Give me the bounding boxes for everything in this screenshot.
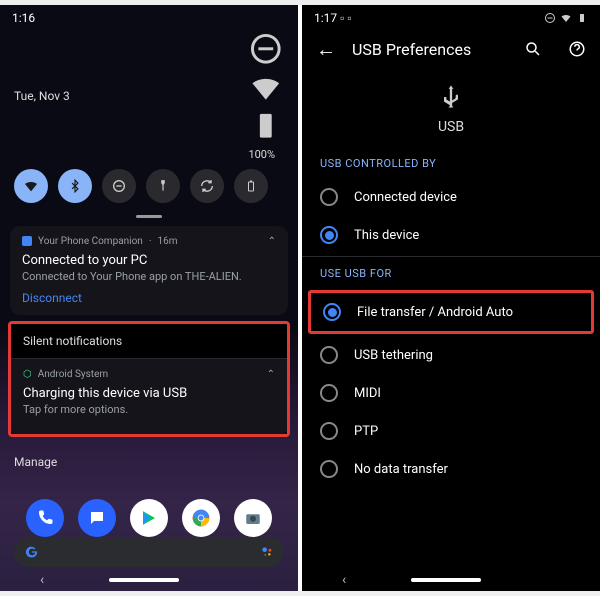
wifi-icon: [248, 70, 284, 106]
notif-body: Connected to Your Phone app on THE-ALIEN…: [22, 270, 276, 283]
option-this-device[interactable]: This device: [302, 216, 600, 254]
radio-icon: [320, 384, 338, 402]
dnd-icon: [111, 178, 127, 194]
section-controlled-by: USB CONTROLLED BY: [302, 149, 600, 178]
usb-label: USB: [302, 119, 600, 135]
option-label: USB tethering: [354, 348, 433, 363]
dock: [0, 499, 298, 537]
option-ptp[interactable]: PTP: [302, 412, 600, 450]
dock-chrome[interactable]: [182, 499, 220, 537]
link-icon: [22, 236, 32, 246]
phone-icon: [36, 509, 54, 527]
back-button[interactable]: ‹: [40, 572, 44, 588]
section-use-usb-for: USE USB FOR: [302, 259, 600, 288]
back-button[interactable]: ‹: [342, 572, 346, 588]
usb-icon: [302, 71, 600, 119]
rotate-icon: [199, 178, 215, 194]
flashlight-icon: [156, 179, 170, 193]
quick-settings: [0, 169, 298, 211]
option-no-data[interactable]: No data transfer: [302, 450, 600, 488]
battery-percent: 100%: [248, 148, 275, 161]
search-icon[interactable]: [524, 40, 542, 58]
silent-label: Silent notifications: [11, 324, 287, 358]
radio-icon: [320, 188, 338, 206]
option-connected-device[interactable]: Connected device: [302, 178, 600, 216]
camera-icon: [244, 509, 262, 527]
option-midi[interactable]: MIDI: [302, 374, 600, 412]
battery-icon: [248, 108, 284, 144]
qs-bluetooth[interactable]: [58, 169, 92, 203]
notif-age: 16m: [157, 236, 177, 247]
date-label: Tue, Nov 3: [14, 89, 70, 103]
option-usb-tethering[interactable]: USB tethering: [302, 336, 600, 374]
qs-status-icons: 100%: [248, 31, 284, 161]
chevron-up-icon[interactable]: ⌃: [267, 369, 275, 380]
highlight-box: Silent notifications ⬡ Android System ⌃ …: [8, 321, 290, 437]
battery-saver-icon: [245, 179, 257, 193]
qs-flashlight[interactable]: [146, 169, 180, 203]
clock: 1:17 ▫ ▫: [314, 11, 352, 25]
nav-bar: ‹: [0, 569, 298, 591]
google-icon: [24, 544, 40, 560]
radio-selected-icon: [323, 303, 341, 321]
notif2-title: Charging this device via USB: [23, 386, 275, 401]
nav-bar: ‹: [302, 569, 600, 591]
google-search-bar[interactable]: [14, 537, 284, 567]
home-pill[interactable]: [411, 578, 481, 582]
option-label: Connected device: [354, 190, 457, 205]
status-bar: 1:17 ▫ ▫: [302, 5, 600, 27]
dock-messages[interactable]: [78, 499, 116, 537]
notif2-body: Tap for more options.: [23, 403, 275, 416]
dnd-icon: [248, 31, 284, 67]
option-label: File transfer / Android Auto: [357, 305, 513, 320]
android-icon: ⬡: [23, 369, 32, 380]
drag-handle[interactable]: [136, 215, 162, 218]
usb-preferences-screen: 1:17 ▫ ▫ ← USB Preferences USB USB CONTR…: [302, 5, 600, 591]
notification-android-system[interactable]: ⬡ Android System ⌃ Charging this device …: [11, 358, 287, 434]
qs-rotate[interactable]: [190, 169, 224, 203]
clock: 1:16: [12, 11, 35, 25]
notif-title: Connected to your PC: [22, 253, 276, 268]
app-bar: ← USB Preferences: [302, 27, 600, 71]
chevron-up-icon[interactable]: ⌃: [268, 236, 276, 247]
option-label: This device: [354, 228, 419, 243]
date-row: Tue, Nov 3 100%: [0, 27, 298, 169]
play-icon: [140, 509, 158, 527]
home-pill[interactable]: [109, 578, 179, 582]
message-icon: [88, 509, 106, 527]
option-label: PTP: [354, 424, 378, 439]
option-file-transfer[interactable]: File transfer / Android Auto: [311, 293, 591, 331]
notif2-app: Android System: [38, 369, 108, 380]
qs-battery[interactable]: [234, 169, 268, 203]
radio-icon: [320, 422, 338, 440]
bluetooth-icon: [68, 179, 82, 193]
dock-camera[interactable]: [234, 499, 272, 537]
back-button[interactable]: ←: [316, 37, 336, 62]
battery-icon: [576, 12, 588, 24]
chrome-icon: [191, 508, 211, 528]
assistant-icon: [260, 545, 274, 559]
notification-your-phone[interactable]: Your Phone Companion · 16m ⌃ Connected t…: [10, 226, 288, 315]
notification-shade-screen: 1:16 Tue, Nov 3 100% Your Phone Companio…: [0, 5, 298, 591]
status-icons: [544, 12, 588, 24]
help-icon[interactable]: [568, 40, 586, 58]
wifi-icon: [23, 178, 39, 194]
radio-selected-icon: [320, 226, 338, 244]
radio-icon: [320, 460, 338, 478]
option-label: MIDI: [354, 386, 381, 401]
disconnect-action[interactable]: Disconnect: [22, 291, 276, 305]
manage-button[interactable]: Manage: [0, 443, 298, 481]
option-label: No data transfer: [354, 462, 448, 477]
dnd-icon: [544, 12, 556, 24]
dock-play[interactable]: [130, 499, 168, 537]
highlight-box: File transfer / Android Auto: [308, 290, 594, 334]
notif-app: Your Phone Companion: [38, 236, 143, 247]
status-bar: 1:16: [0, 5, 298, 27]
wifi-icon: [560, 12, 572, 24]
qs-wifi[interactable]: [14, 169, 48, 203]
radio-icon: [320, 346, 338, 364]
page-title: USB Preferences: [352, 40, 508, 59]
qs-dnd[interactable]: [102, 169, 136, 203]
dock-phone[interactable]: [26, 499, 64, 537]
